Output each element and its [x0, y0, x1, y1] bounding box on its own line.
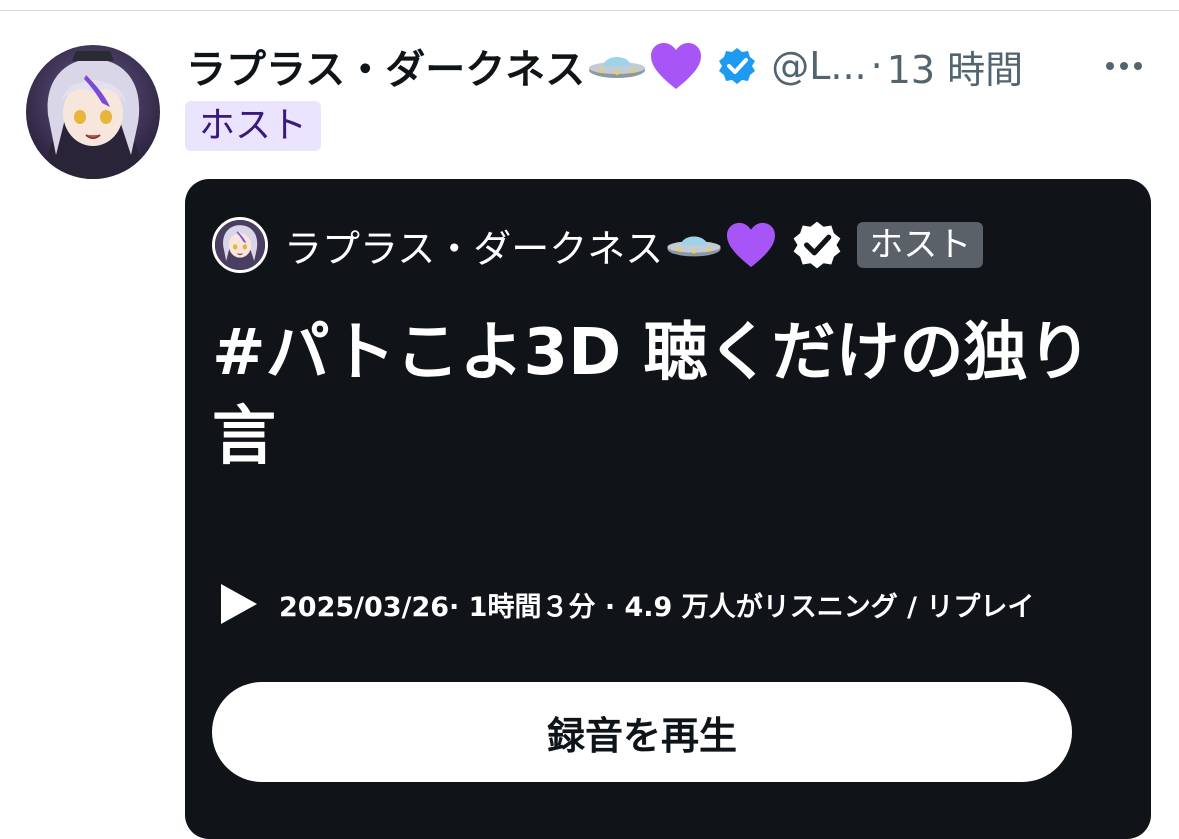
author-display-name[interactable]: ラプラス・ダークネス: [186, 37, 585, 95]
space-card[interactable]: ラプラス・ダークネス ホスト #パトこよ3D 聴くだけの独り言 2025/03/…: [185, 179, 1151, 839]
verified-badge-icon[interactable]: [717, 46, 757, 86]
space-host-row: ラプラス・ダークネス ホスト: [212, 214, 984, 276]
top-divider: [0, 10, 1179, 11]
ufo-emoji-icon: [587, 46, 647, 86]
post-header: ラプラス・ダークネス @L... · 13 時間: [186, 37, 1146, 95]
space-host-avatar: [212, 217, 268, 273]
separator-dot: ·: [870, 44, 883, 88]
space-host-name: ラプラス・ダークネス: [284, 226, 664, 271]
purple-heart-emoji-icon: [649, 41, 703, 91]
space-host-badge: ホスト: [857, 222, 984, 268]
space-meta-row: 2025/03/26· 1時間３分 · 4.9 万人がリスニング / リプレイ: [219, 579, 1034, 629]
post-timestamp[interactable]: 13 時間: [887, 39, 1023, 94]
avatar-image: [26, 45, 160, 179]
purple-heart-emoji-icon: [725, 221, 777, 269]
author-avatar[interactable]: [26, 45, 160, 179]
more-options-icon[interactable]: [1102, 40, 1146, 92]
verified-badge-icon: [791, 219, 843, 271]
author-handle[interactable]: @L...: [771, 44, 866, 88]
space-title: #パトこよ3D 聴くだけの独り言: [212, 316, 1092, 474]
space-meta-text: 2025/03/26· 1時間３分 · 4.9 万人がリスニング / リプレイ: [279, 591, 1035, 623]
host-role-badge: ホスト: [185, 101, 322, 151]
play-icon: [219, 582, 259, 626]
ufo-emoji-icon: [665, 226, 723, 264]
play-recording-button[interactable]: 録音を再生: [212, 682, 1072, 782]
